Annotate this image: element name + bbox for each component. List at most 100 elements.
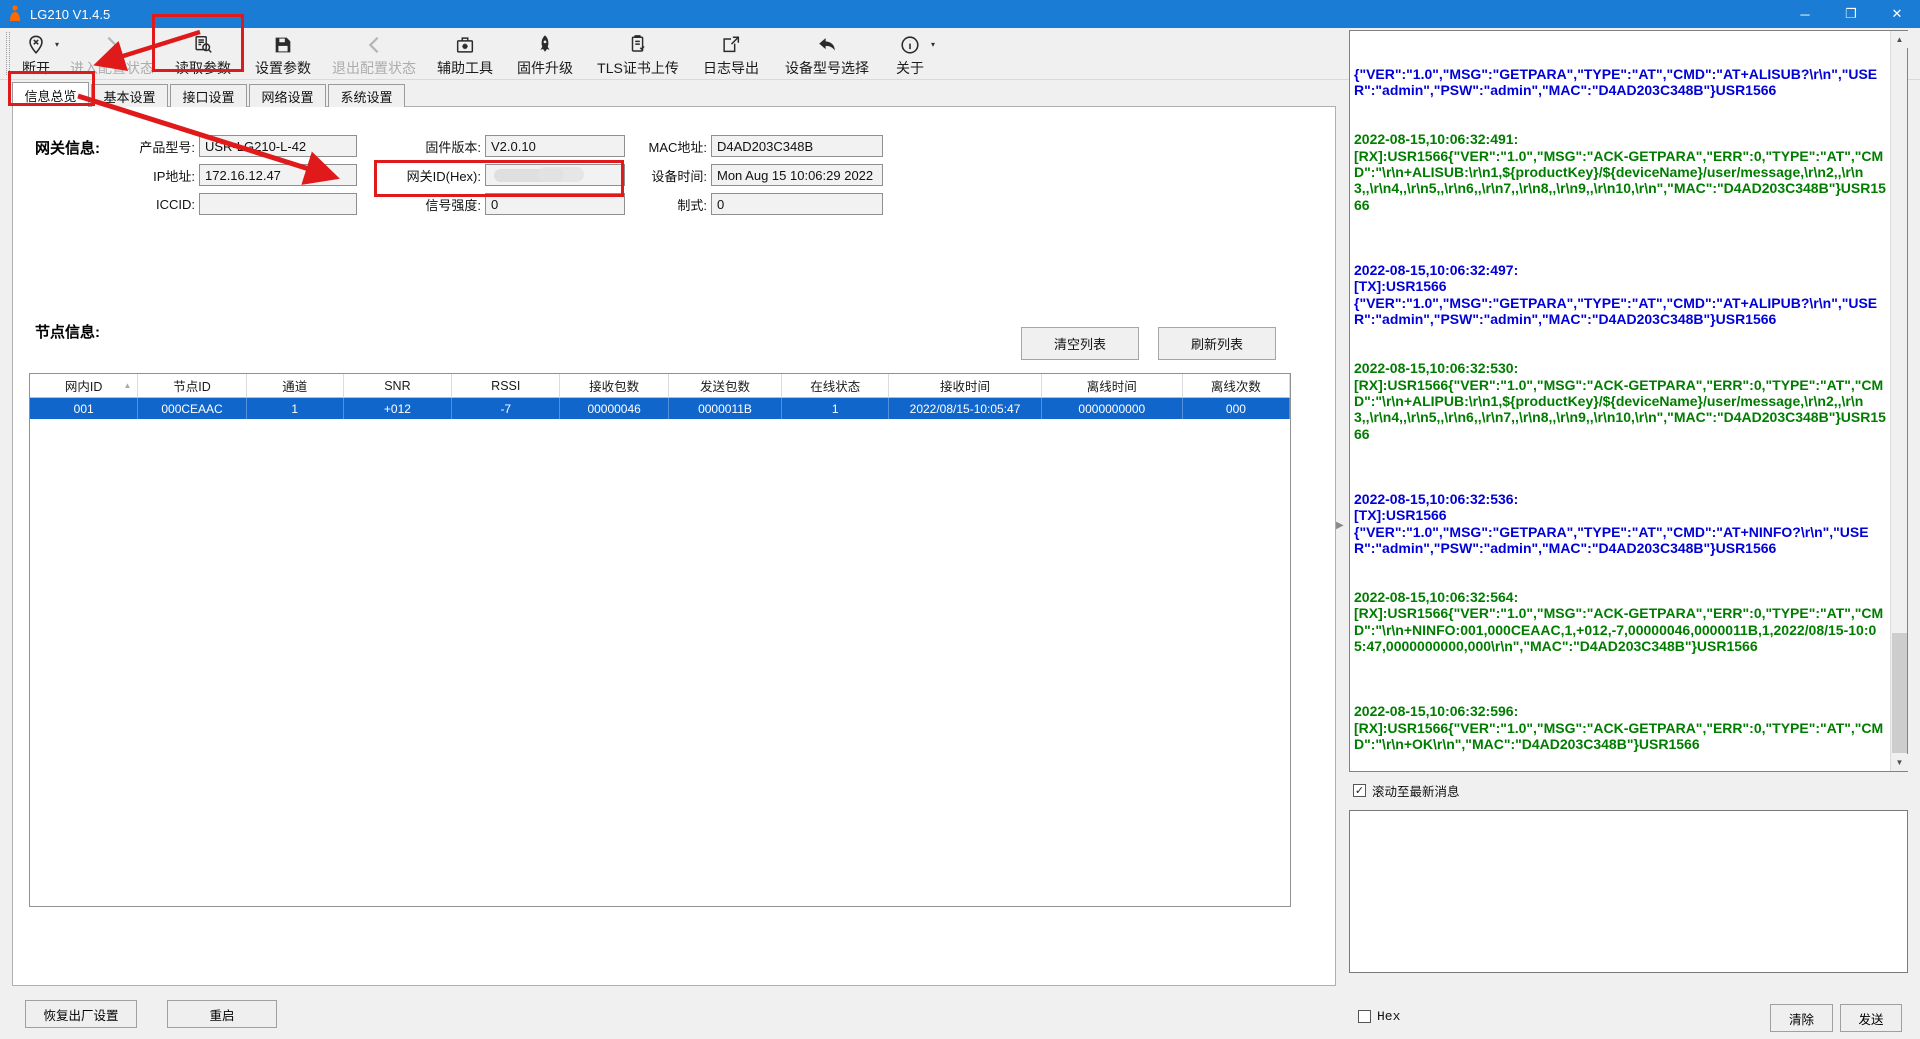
factory-reset-button[interactable]: 恢复出厂设置 [25,1000,137,1028]
titlebar: LG210 V1.4.5 ─ ❐ ✕ [0,0,1920,28]
column-header-channel[interactable]: 通道 [247,374,344,398]
checkbox-checked-icon: ✓ [1353,784,1366,797]
aux-tools-button[interactable]: 辅助工具 [426,28,504,79]
panel-splitter-handle[interactable]: ▶ [1336,520,1344,531]
node-table: 网内ID ▲ 节点ID 通道 SNR RSSI 接收包数 发送包数 在线状态 接… [29,373,1291,907]
network-mode-field[interactable]: 0 [711,193,883,215]
restart-button[interactable]: 重启 [167,1000,277,1028]
toolbox-icon [454,32,476,58]
column-header-offline-time[interactable]: 离线时间 [1042,374,1183,398]
hex-label: Hex [1377,1009,1400,1024]
tab-info-overview[interactable]: 信息总览 [12,82,89,107]
log-block: 2022-08-15,10:06:32:536: [TX]:USR1566 {"… [1354,491,1887,557]
column-header-online-status[interactable]: 在线状态 [782,374,889,398]
log-export-button[interactable]: 日志导出 [692,28,770,79]
tab-network-settings[interactable]: 网络设置 [249,84,326,107]
column-header-rx-packets[interactable]: 接收包数 [560,374,668,398]
device-time-field[interactable]: Mon Aug 15 10:06:29 2022 [711,164,883,186]
field-label-gateway-id: 网关ID(Hex): [361,164,481,186]
ip-address-field[interactable]: 172.16.12.47 [199,164,357,186]
gateway-info-form: 产品型号: USR-LG210-L-42 固件版本: V2.0.10 MAC地址… [113,135,883,215]
cell-offline-count: 000 [1183,398,1290,419]
log-block: 2022-08-15,10:06:32:497: [TX]:USR1566 {"… [1354,262,1887,328]
set-params-button[interactable]: 设置参数 [244,28,322,79]
tls-cert-upload-button[interactable]: TLS证书上传 [586,28,690,79]
tab-bar: 信息总览 基本设置 接口设置 网络设置 系统设置 [12,84,407,107]
maximize-button[interactable]: ❐ [1828,0,1874,28]
app-logo-icon [8,5,22,24]
info-icon [899,32,921,58]
tab-system-settings[interactable]: 系统设置 [328,84,405,107]
product-model-field[interactable]: USR-LG210-L-42 [199,135,357,157]
read-params-icon [192,32,214,58]
tab-interface-settings[interactable]: 接口设置 [170,84,247,107]
scroll-to-latest-checkbox[interactable]: ✓ 滚动至最新消息 [1353,781,1460,800]
log-output-area[interactable]: {"VER":"1.0","MSG":"GETPARA","TYPE":"AT"… [1349,30,1908,772]
back-arrow-icon [816,32,838,58]
log-block: 2022-08-15,10:06:32:596: [RX]:USR1566{"V… [1354,703,1887,752]
send-input[interactable] [1349,810,1908,973]
scrollbar-thumb[interactable] [1892,633,1907,753]
log-block: 2022-08-15,10:06:32:530: [RX]:USR1566{"V… [1354,360,1887,442]
certificate-upload-icon [627,32,649,58]
toolbar-grip [6,32,10,75]
window-title: LG210 V1.4.5 [30,7,110,22]
chevron-left-icon [363,32,385,58]
column-header-node-id[interactable]: 节点ID [138,374,246,398]
refresh-list-button[interactable]: 刷新列表 [1158,327,1276,360]
field-label-signal-strength: 信号强度: [361,193,481,215]
column-header-tx-packets[interactable]: 发送包数 [669,374,782,398]
exit-config-button[interactable]: 退出配置状态 [324,28,424,79]
enter-config-button[interactable]: 进入配置状态 [62,28,162,79]
table-row[interactable]: 001 000CEAAC 1 +012 -7 00000046 0000011B… [30,398,1290,419]
dropdown-caret-icon: ▾ [931,40,935,49]
tab-basic-settings[interactable]: 基本设置 [91,84,168,107]
gateway-id-field[interactable] [485,164,625,186]
redacted-gateway-id [538,167,584,182]
clear-list-button[interactable]: 清空列表 [1021,327,1139,360]
column-header-net-id[interactable]: 网内ID ▲ [30,374,138,398]
checkbox-unchecked-icon [1358,1010,1371,1023]
cell-online-status: 1 [782,398,889,419]
chevron-right-icon [101,32,123,58]
mac-address-field[interactable]: D4AD203C348B [711,135,883,157]
column-header-snr[interactable]: SNR [344,374,452,398]
cell-snr: +012 [344,398,452,419]
iccid-field[interactable] [199,193,357,215]
field-label-mac-address: MAC地址: [629,135,707,157]
field-label-device-time: 设备时间: [629,164,707,186]
cell-rssi: -7 [452,398,560,419]
firmware-version-field[interactable]: V2.0.10 [485,135,625,157]
column-header-offline-count[interactable]: 离线次数 [1183,374,1290,398]
node-table-header: 网内ID ▲ 节点ID 通道 SNR RSSI 接收包数 发送包数 在线状态 接… [30,374,1290,398]
close-button[interactable]: ✕ [1874,0,1920,28]
cell-net-id: 001 [30,398,138,419]
hex-checkbox[interactable]: Hex [1358,1009,1400,1024]
disconnect-pin-icon [25,32,47,58]
device-model-select-button[interactable]: 设备型号选择 [772,28,882,79]
clear-button[interactable]: 清除 [1770,1004,1833,1032]
field-label-network-mode: 制式: [629,193,707,215]
info-overview-panel: 网关信息: 产品型号: USR-LG210-L-42 固件版本: V2.0.10… [12,106,1336,986]
app-window: LG210 V1.4.5 ─ ❐ ✕ ▾ 断开 进入配置状态 [0,0,1920,1039]
cell-channel: 1 [247,398,344,419]
field-label-ip-address: IP地址: [113,164,195,186]
disconnect-button[interactable]: ▾ 断开 [12,28,60,79]
send-button[interactable]: 发送 [1840,1004,1902,1032]
column-header-rx-time[interactable]: 接收时间 [889,374,1041,398]
scroll-up-icon[interactable]: ▲ [1891,31,1908,48]
column-header-rssi[interactable]: RSSI [452,374,560,398]
read-params-button[interactable]: 读取参数 [164,28,242,79]
scroll-down-icon[interactable]: ▼ [1891,754,1908,771]
about-button[interactable]: ▾ 关于 [884,28,936,79]
log-scrollbar[interactable]: ▲ ▼ [1890,31,1907,771]
minimize-button[interactable]: ─ [1782,0,1828,28]
field-label-iccid: ICCID: [113,193,195,215]
field-label-product-model: 产品型号: [113,135,195,157]
signal-strength-field[interactable]: 0 [485,193,625,215]
sort-ascending-icon: ▲ [123,381,131,390]
firmware-upgrade-button[interactable]: 固件升级 [506,28,584,79]
save-icon [272,32,294,58]
cell-offline-time: 0000000000 [1042,398,1183,419]
log-text: {"VER":"1.0","MSG":"GETPARA","TYPE":"AT"… [1354,33,1887,769]
